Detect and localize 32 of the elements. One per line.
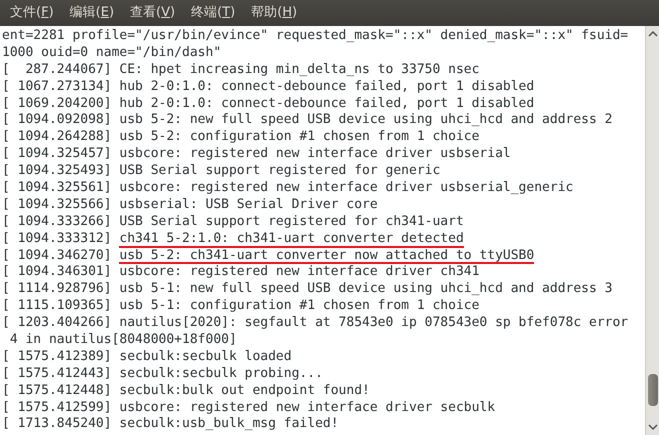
terminal-line: [ 1575.412599] usbcore: registered new interface driver secbulk bbox=[2, 400, 496, 415]
terminal-line: 1000 ouid=0 name="/bin/dash" bbox=[2, 44, 222, 60]
terminal-line: [ 1094.333312] ch341 5-2:1.0: ch341-uart converter detected bbox=[2, 230, 464, 246]
terminal-line: [ 1069.204200] hub 2-0:1.0: connect-debounce failed, port 1 disabled bbox=[2, 96, 534, 111]
terminal-line: [ 1094.346270] usb 5-2: ch341-uart converter now attached to ttyUSB0 bbox=[2, 248, 534, 263]
terminal-line: [ 1067.273134] hub 2-0:1.0: connect-debounce failed, port 1 disabled bbox=[2, 78, 534, 94]
terminal-line: [ 1094.325493] USB Serial support registered for generic bbox=[2, 163, 440, 178]
terminal-line: [ 1094.346301] usbcore: registered new interface driver ch341 bbox=[2, 264, 480, 280]
terminal-line: [ 1094.325457] usbcore: registered new interface driver usbserial bbox=[2, 146, 511, 162]
scroll-up-icon[interactable] bbox=[648, 30, 658, 37]
terminal-line: [ 1114.928796] usb 5-1: new full speed USB device using uhci_hcd and address 3 bbox=[2, 281, 612, 296]
terminal-line: [ 1713.845240] secbulk:usb_bulk_msg failed! bbox=[2, 416, 339, 432]
terminal-line: [ 287.244067] CE: hpet increasing min_delta_ns to 33750 nsec bbox=[2, 62, 480, 77]
menu-item[interactable]: 查看(V) bbox=[124, 0, 182, 26]
menu-item[interactable]: 帮助(H) bbox=[245, 0, 304, 26]
terminal-line: [ 1094.325561] usbcore: registered new interface driver usbserial_generic bbox=[2, 180, 574, 196]
terminal-line: [ 1575.412443] secbulk:secbulk probing... bbox=[2, 366, 323, 381]
terminal-line: [ 1575.412448] secbulk:bulk out endpoint found! bbox=[2, 382, 370, 398]
terminal-line: [ 1115.109365] usb 5-1: configuration #1 chosen from 1 choice bbox=[2, 298, 480, 314]
terminal-line: [ 1094.264288] usb 5-2: configuration #1 chosen from 1 choice bbox=[2, 129, 480, 144]
terminal-line: [ 1203.404266] nautilus[2020]: segfault at 78543e0 ip 078543e0 sp bfef078c error bbox=[2, 315, 628, 330]
terminal-line: [ 1094.333266] USB Serial support registered for ch341-uart bbox=[2, 214, 464, 229]
terminal-line: ent=2281 profile="/usr/bin/evince" requested_mask="::x" denied_mask="::x" fsuid= bbox=[2, 28, 628, 43]
terminal-line: [ 1094.092098] usb 5-2: new full speed USB device using uhci_hcd and address 2 bbox=[2, 112, 612, 128]
terminal-line: [ 1094.325566] usbserial: USB Serial Driver core bbox=[2, 196, 378, 212]
scrollbar-thumb[interactable] bbox=[648, 374, 658, 406]
menu-item[interactable]: 编辑(E) bbox=[64, 0, 120, 26]
menu-item[interactable]: 文件(F) bbox=[4, 0, 60, 26]
terminal-line: 4 in nautilus[8048000+18f000] bbox=[8, 332, 237, 348]
terminal-line: [ 1575.412389] secbulk:secbulk loaded bbox=[2, 348, 292, 364]
scroll-down-icon[interactable] bbox=[648, 424, 658, 431]
menu-item[interactable]: 终端(T) bbox=[185, 0, 242, 26]
